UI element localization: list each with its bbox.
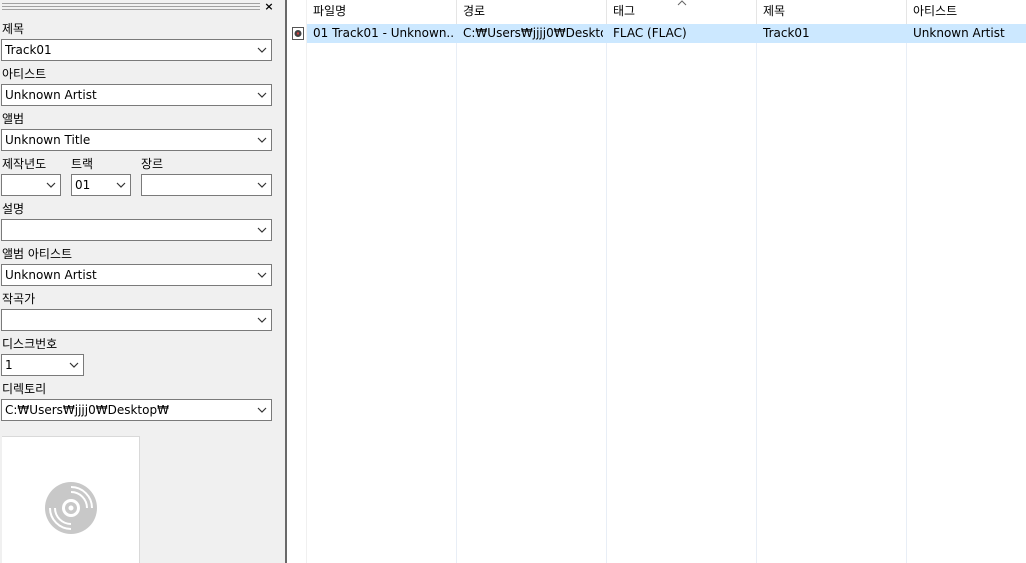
- comment-combo[interactable]: [1, 219, 272, 241]
- cell-artist[interactable]: Unknown Artist: [913, 25, 1026, 42]
- cell-tag[interactable]: FLAC (FLAC): [613, 25, 753, 42]
- album-value: Unknown Title: [5, 133, 91, 147]
- composer-combo[interactable]: [1, 309, 272, 331]
- genre-label: 장르: [141, 157, 164, 171]
- tag-editor-panel: × 제목 Track01 아티스트 Unknown Artist 앨범 Unkn…: [0, 0, 276, 563]
- chevron-down-icon[interactable]: [68, 359, 80, 371]
- disc-icon: [45, 482, 97, 534]
- column-divider: [456, 0, 457, 563]
- title-label: 제목: [2, 22, 25, 36]
- directory-combo[interactable]: C:₩Users₩jjjj0₩Desktop₩: [1, 399, 272, 421]
- chevron-down-icon[interactable]: [256, 89, 268, 101]
- track-label: 트랙: [71, 157, 94, 171]
- year-label: 제작년도: [2, 157, 47, 171]
- file-list: [287, 0, 1026, 563]
- panel-grip[interactable]: [2, 3, 260, 10]
- track-combo[interactable]: 01: [71, 174, 131, 196]
- column-header-title[interactable]: 제목: [757, 0, 906, 24]
- chevron-down-icon[interactable]: [256, 44, 268, 56]
- disc-value: 1: [5, 358, 13, 372]
- year-combo[interactable]: [1, 174, 61, 196]
- directory-label: 디렉토리: [2, 382, 47, 396]
- column-divider: [306, 0, 307, 563]
- column-divider: [906, 0, 907, 563]
- track-value: 01: [75, 178, 91, 192]
- chevron-down-icon[interactable]: [256, 269, 268, 281]
- panel-close-button[interactable]: ×: [263, 0, 275, 13]
- composer-label: 작곡가: [2, 292, 36, 306]
- disc-label: 디스크번호: [2, 337, 58, 351]
- album-artist-combo[interactable]: Unknown Artist: [1, 264, 272, 286]
- comment-label: 설명: [2, 202, 25, 216]
- chevron-down-icon[interactable]: [256, 404, 268, 416]
- album-label: 앨범: [2, 112, 25, 126]
- directory-value: C:₩Users₩jjjj0₩Desktop₩: [5, 403, 169, 417]
- column-header-artist[interactable]: 아티스트: [907, 0, 1026, 24]
- artist-value: Unknown Artist: [5, 88, 97, 102]
- chevron-down-icon[interactable]: [256, 224, 268, 236]
- artist-combo[interactable]: Unknown Artist: [1, 84, 272, 106]
- sort-ascending-icon: [677, 0, 687, 6]
- album-artist-label: 앨범 아티스트: [2, 247, 73, 261]
- chevron-down-icon[interactable]: [45, 179, 57, 191]
- album-artist-value: Unknown Artist: [5, 268, 97, 282]
- album-art[interactable]: [2, 436, 140, 563]
- cell-filename[interactable]: 01 Track01 - Unknown...: [313, 25, 453, 42]
- cell-path[interactable]: C:₩Users₩jjjj0₩Deskto...: [463, 25, 603, 42]
- column-header-filename[interactable]: 파일명: [307, 0, 456, 24]
- title-value: Track01: [5, 43, 52, 57]
- chevron-down-icon[interactable]: [115, 179, 127, 191]
- column-divider: [756, 0, 757, 563]
- column-header-path[interactable]: 경로: [457, 0, 606, 24]
- audio-file-icon: [292, 27, 304, 40]
- disc-combo[interactable]: 1: [1, 354, 84, 376]
- genre-combo[interactable]: [141, 174, 272, 196]
- chevron-down-icon[interactable]: [256, 314, 268, 326]
- chevron-down-icon[interactable]: [256, 134, 268, 146]
- cell-title[interactable]: Track01: [763, 25, 903, 42]
- artist-label: 아티스트: [2, 67, 47, 81]
- title-combo[interactable]: Track01: [1, 39, 272, 61]
- album-combo[interactable]: Unknown Title: [1, 129, 272, 151]
- chevron-down-icon[interactable]: [256, 179, 268, 191]
- column-divider: [606, 0, 607, 563]
